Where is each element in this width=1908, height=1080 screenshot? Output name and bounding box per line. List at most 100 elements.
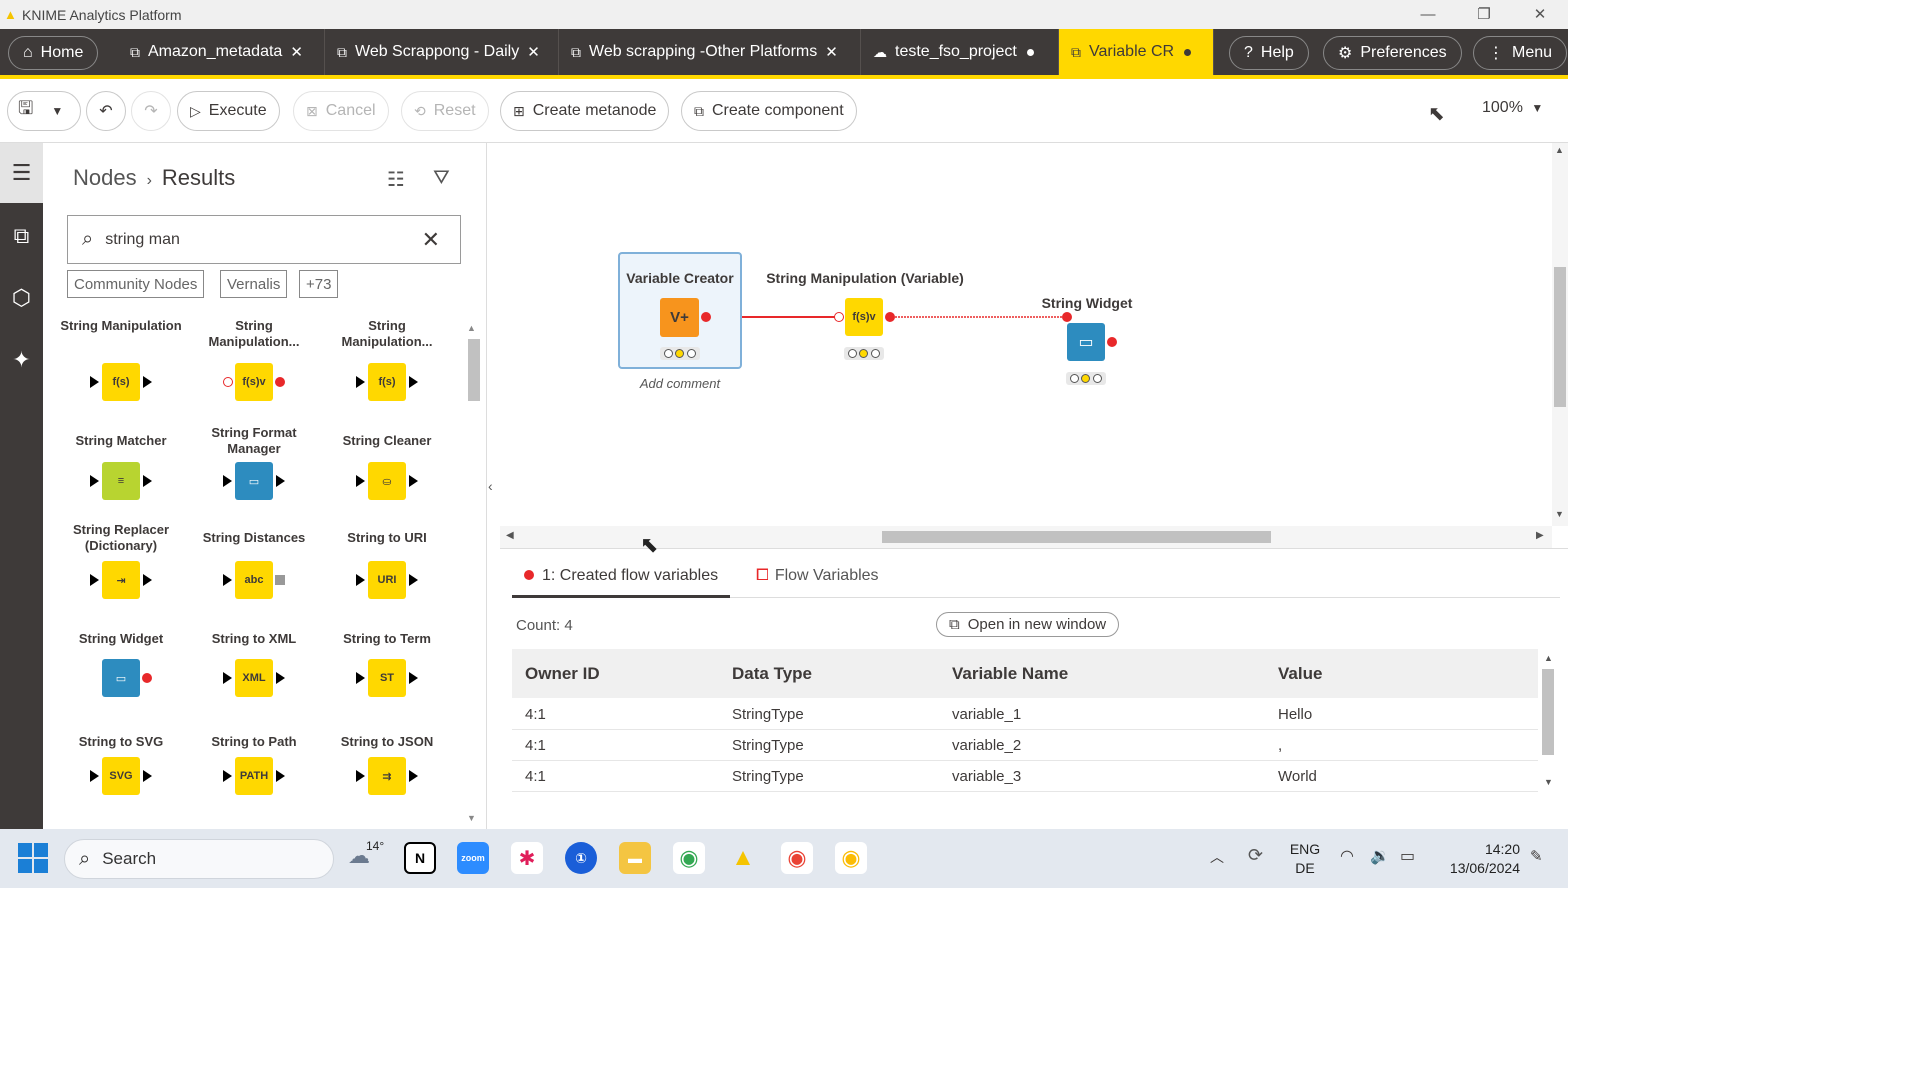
flowvar-out-port[interactable] <box>1107 337 1117 347</box>
slack-app-icon[interactable]: ✱ <box>511 842 543 874</box>
string-widget-node[interactable]: ▭ <box>1067 323 1105 361</box>
volume-icon[interactable]: 🔉 <box>1370 846 1390 866</box>
close-tab-icon[interactable]: ✕ <box>527 43 540 61</box>
close-tab-icon[interactable]: ✕ <box>825 43 838 61</box>
space-explorer-icon[interactable]: ⧉ <box>0 206 43 266</box>
tab-variable-cr[interactable]: ⧉ Variable CR <box>1059 29 1214 75</box>
node-repository-icon[interactable]: ⬡ <box>0 268 43 328</box>
add-comment-link[interactable]: Add comment <box>580 376 780 391</box>
ai-assistant-icon[interactable]: ✦ <box>0 330 43 390</box>
pointer-mode-icon[interactable]: ⬉ <box>1428 101 1445 126</box>
node-result-label[interactable]: String to Path <box>189 734 319 750</box>
redo-button[interactable]: ↷ <box>131 91 171 131</box>
tray-expand-icon[interactable]: ︿ <box>1210 847 1224 867</box>
chrome-app-icon[interactable]: ◉ <box>835 842 867 874</box>
table-scrollbar[interactable]: ▲ ▼ <box>1540 653 1556 793</box>
node-title-string-manipulation-variable[interactable]: String Manipulation (Variable) <box>765 270 965 286</box>
node-result-icon[interactable]: ⛀ <box>368 462 406 500</box>
preferences-button[interactable]: ⚙ Preferences <box>1323 36 1462 70</box>
node-result-label[interactable]: String to JSON <box>322 734 452 750</box>
tab-flow-variables[interactable]: ⧠ Flow Variables <box>756 567 879 585</box>
tag-community-nodes[interactable]: Community Nodes <box>67 270 205 298</box>
node-result-icon[interactable]: ≡ <box>102 462 140 500</box>
clock-date[interactable]: 13/06/2024 <box>1430 860 1520 876</box>
node-result-label[interactable]: String Replacer (Dictionary) <box>56 522 186 554</box>
tab-amazon-metadata[interactable]: ⧉ Amazon_metadata ✕ <box>118 29 325 75</box>
notifications-icon[interactable]: ✎ <box>1530 847 1543 865</box>
scroll-down-icon[interactable]: ▼ <box>467 813 476 823</box>
flowvar-in-port[interactable] <box>1062 312 1072 322</box>
tag-vernalis[interactable]: Vernalis <box>220 270 288 298</box>
tab-home[interactable]: ⌂ Home <box>8 36 99 70</box>
scroll-up-icon[interactable]: ▲ <box>467 323 476 333</box>
node-result-icon[interactable]: f(s)v <box>235 363 273 401</box>
workflow-canvas[interactable]: Variable Creator V+ Add comment String M… <box>500 143 1552 526</box>
chevron-down-icon[interactable]: ▼ <box>51 104 63 118</box>
node-result-label[interactable]: String to URI <box>322 530 452 546</box>
reset-button[interactable]: ⟲ Reset <box>401 91 489 131</box>
node-title-variable-creator[interactable]: Variable Creator <box>580 270 780 286</box>
tag-more[interactable]: +73 <box>299 270 339 298</box>
node-result-label[interactable]: String to Term <box>322 631 452 647</box>
create-component-button[interactable]: ⧉ Create component <box>681 91 857 131</box>
close-tab-icon[interactable]: ✕ <box>290 43 303 61</box>
node-result-label[interactable]: String Distances <box>189 530 319 546</box>
node-result-label[interactable]: String Manipulation... <box>189 318 319 350</box>
windows-start-icon[interactable] <box>18 843 48 873</box>
tab-teste-fso-project[interactable]: ☁ teste_fso_project <box>861 29 1059 75</box>
scroll-right-icon[interactable]: ▶ <box>1536 530 1544 541</box>
chrome-app-icon[interactable]: ◉ <box>673 842 705 874</box>
canvas-vscroll-thumb[interactable] <box>1554 267 1566 407</box>
taskbar-search[interactable]: ⌕ Search <box>64 839 334 879</box>
side-scrollbar[interactable]: ▲ ▼ <box>467 323 481 823</box>
scroll-down-icon[interactable]: ▼ <box>1544 777 1553 787</box>
tab-created-flow-variables[interactable]: 1: Created flow variables <box>524 567 718 585</box>
close-window-icon[interactable]: ✕ <box>1512 0 1568 29</box>
wifi-icon[interactable]: ◠ <box>1340 846 1354 866</box>
node-result-label[interactable]: String Manipulation... <box>322 318 452 350</box>
node-result-icon[interactable]: ▭ <box>235 462 273 500</box>
canvas-vertical-scrollbar[interactable]: ▲ ▼ <box>1552 143 1568 526</box>
restore-icon[interactable]: ❐ <box>1456 0 1512 29</box>
cancel-button[interactable]: ⊠ Cancel <box>293 91 389 131</box>
node-result-icon[interactable]: f(s) <box>368 363 406 401</box>
chrome-app-icon[interactable]: ◉ <box>781 842 813 874</box>
node-result-label[interactable]: String Cleaner <box>322 433 452 449</box>
node-title-string-widget[interactable]: String Widget <box>987 295 1187 311</box>
collapse-panel-icon[interactable]: ‹ <box>488 478 493 494</box>
tab-web-scrapping-other[interactable]: ⧉ Web scrapping -Other Platforms ✕ <box>559 29 861 75</box>
column-header-variable-name[interactable]: Variable Name <box>952 664 1068 684</box>
language-indicator[interactable]: ENG <box>1288 841 1322 857</box>
canvas-hscroll-thumb[interactable] <box>882 531 1271 543</box>
notion-app-icon[interactable]: N <box>404 842 436 874</box>
breadcrumb-root[interactable]: Nodes <box>73 165 137 190</box>
node-result-icon[interactable]: ST <box>368 659 406 697</box>
node-result-label[interactable]: String to XML <box>189 631 319 647</box>
open-in-new-window-button[interactable]: ⧉ Open in new window <box>936 612 1120 637</box>
node-result-label[interactable]: String Widget <box>56 631 186 647</box>
node-result-label[interactable]: String Matcher <box>56 433 186 449</box>
node-result-icon[interactable]: f(s) <box>102 363 140 401</box>
node-result-label[interactable]: String to SVG <box>56 734 186 750</box>
clear-search-icon[interactable]: ✕ <box>422 227 440 253</box>
string-manipulation-variable-node[interactable]: f(s)v <box>845 298 883 336</box>
flowvar-out-port[interactable] <box>885 312 895 322</box>
table-row[interactable]: 4:1 StringType variable_1 Hello <box>512 699 1538 730</box>
battery-icon[interactable]: ▭ <box>1400 846 1415 866</box>
sync-icon[interactable]: ⟳ <box>1248 845 1263 866</box>
clock-time[interactable]: 14:20 <box>1440 841 1520 857</box>
flowvar-in-port[interactable] <box>834 312 844 322</box>
table-scroll-thumb[interactable] <box>1542 669 1554 755</box>
side-scroll-thumb[interactable] <box>468 339 480 401</box>
description-icon[interactable]: ☰ <box>0 143 43 203</box>
minimize-icon[interactable]: — <box>1400 0 1456 29</box>
save-button[interactable]: 🖫 ▼ <box>7 91 81 131</box>
node-result-icon[interactable]: abc <box>235 561 273 599</box>
node-result-icon[interactable]: ⇥ <box>102 561 140 599</box>
node-result-icon[interactable]: SVG <box>102 757 140 795</box>
column-header-value[interactable]: Value <box>1278 664 1322 684</box>
node-result-icon[interactable]: XML <box>235 659 273 697</box>
list-view-icon[interactable]: ☷ <box>387 167 405 192</box>
node-result-icon[interactable]: PATH <box>235 757 273 795</box>
zoom-app-icon[interactable]: zoom <box>457 842 489 874</box>
